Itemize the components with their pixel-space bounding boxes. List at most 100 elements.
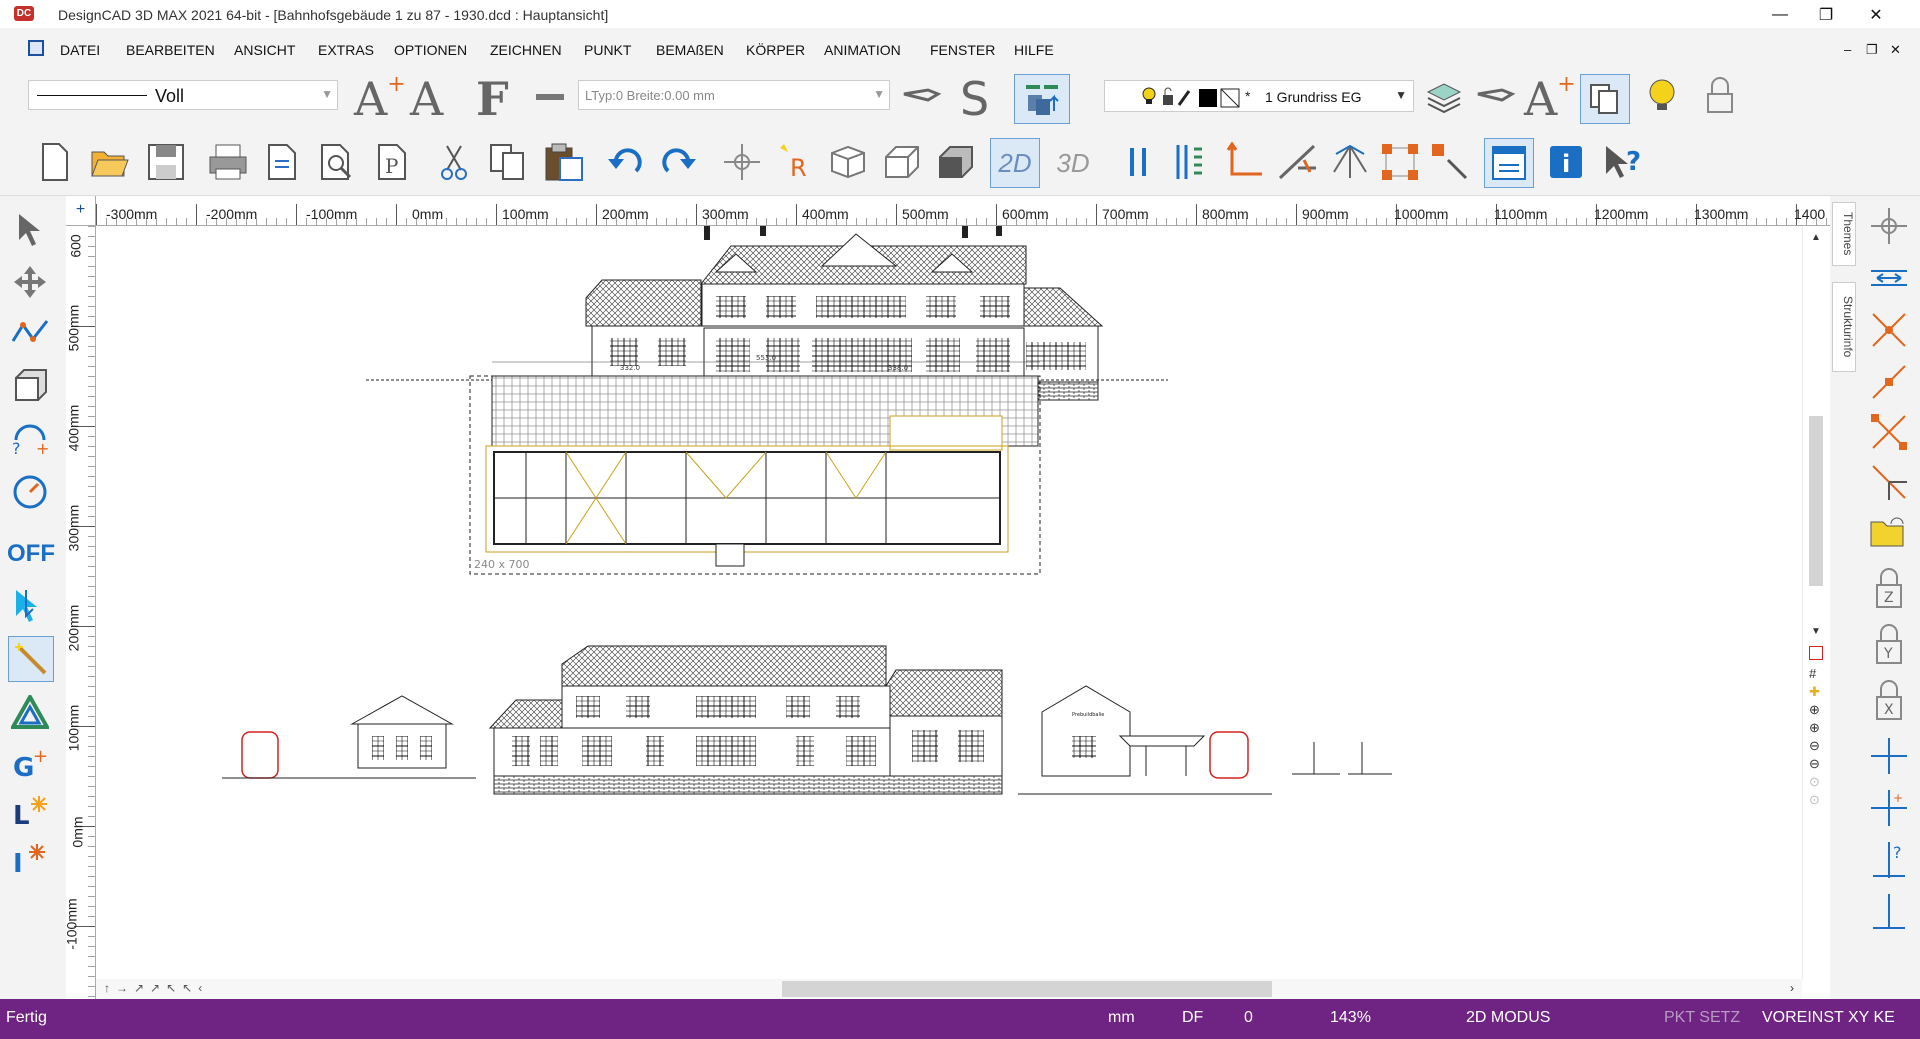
draw-direction-arrows[interactable]: ↑→↗↗↖↖‹ bbox=[104, 981, 208, 995]
layer-select[interactable]: * 1 Grundriss EG ▼ bbox=[1104, 80, 1414, 112]
cursor-snap-icon[interactable] bbox=[10, 586, 50, 626]
triangle-icon[interactable] bbox=[10, 692, 50, 732]
line-type-field[interactable]: LTyp:0 Breite:0.00 mm ▼ bbox=[578, 80, 890, 110]
perpendicular-snap-icon[interactable] bbox=[1328, 140, 1372, 184]
line-weight-icon[interactable] bbox=[536, 94, 564, 100]
print-preview-icon[interactable] bbox=[316, 140, 356, 184]
voreinst-indicator[interactable]: VOREINST XY KE bbox=[1762, 1009, 1895, 1027]
menu-fenster[interactable]: FENSTER bbox=[930, 42, 995, 58]
vertical-scroll-thumb[interactable] bbox=[1809, 416, 1823, 586]
horizontal-scroll-thumb[interactable] bbox=[782, 981, 1272, 997]
print-icon[interactable] bbox=[206, 140, 250, 184]
menu-hilfe[interactable]: HILFE bbox=[1014, 42, 1054, 58]
lock-icon[interactable] bbox=[1700, 76, 1740, 116]
vertical-scrollbar[interactable]: ▲ ▼ # ✚ ⊕ ⊕ ⊖ ⊖ ⊙ ⊙ bbox=[1802, 226, 1830, 979]
view-3d-shaded-icon[interactable] bbox=[934, 140, 978, 184]
undo-icon[interactable] bbox=[604, 140, 648, 184]
measure-dial-icon[interactable] bbox=[10, 472, 50, 512]
unit-indicator[interactable]: mm bbox=[1108, 1009, 1135, 1027]
axis-icon[interactable] bbox=[1222, 140, 1266, 184]
text-size-up-icon[interactable]: A+ bbox=[1524, 72, 1576, 126]
cut-icon[interactable] bbox=[434, 140, 474, 184]
zoom-prev-icon[interactable]: ⊙ bbox=[1809, 774, 1820, 790]
cross-offset-snap-icon[interactable]: + bbox=[1868, 788, 1910, 828]
copy-icon[interactable] bbox=[486, 140, 530, 184]
handles-icon[interactable] bbox=[1378, 140, 1422, 184]
layers-icon[interactable] bbox=[1424, 78, 1464, 114]
pkt-setz-indicator[interactable]: PKT SETZ bbox=[1664, 1009, 1740, 1027]
horizontal-scrollbar[interactable]: ↑→↗↗↖↖‹ › bbox=[96, 979, 1802, 999]
menu-koerper[interactable]: KÖRPER bbox=[746, 42, 805, 58]
horizontal-snap-icon[interactable] bbox=[1868, 260, 1910, 296]
midpoint-snap-icon[interactable] bbox=[1868, 412, 1910, 452]
arc-question-icon[interactable]: ? + bbox=[10, 418, 50, 458]
mode-3d-button[interactable]: 3D bbox=[1048, 138, 1098, 188]
close-button[interactable]: ✕ bbox=[1856, 4, 1896, 26]
mode-2d-button[interactable]: 2D bbox=[990, 138, 1040, 188]
df-indicator[interactable]: DF bbox=[1182, 1009, 1203, 1027]
mdi-minimize-button[interactable]: – bbox=[1844, 42, 1851, 57]
solid-box-icon[interactable] bbox=[10, 364, 50, 404]
redraw-icon[interactable]: R bbox=[774, 140, 818, 184]
mdi-restore-button[interactable]: ❐ bbox=[1866, 42, 1878, 58]
view-3d-box-icon[interactable] bbox=[880, 140, 924, 184]
mdi-close-button[interactable]: ✕ bbox=[1890, 42, 1901, 58]
drawing-canvas[interactable]: 553.0 332.0 338.0 240 x 700 Prebuildbali… bbox=[96, 204, 1802, 979]
zoom-all-icon[interactable]: ⊙ bbox=[1809, 792, 1820, 808]
redo-icon[interactable] bbox=[656, 140, 700, 184]
menu-extras[interactable]: EXTRAS bbox=[318, 42, 374, 58]
menu-optionen[interactable]: OPTIONEN bbox=[394, 42, 467, 58]
magic-wand-button[interactable] bbox=[8, 636, 54, 682]
chevron-up-icon[interactable]: ▲ bbox=[1811, 232, 1821, 243]
layer-tools-button[interactable] bbox=[1014, 74, 1070, 124]
menu-bearbeiten[interactable]: BEARBEITEN bbox=[126, 42, 215, 58]
paste-icon[interactable] bbox=[542, 140, 586, 184]
angle-snap-icon[interactable] bbox=[1276, 140, 1320, 184]
polyline-icon[interactable] bbox=[10, 312, 50, 352]
parallel-icon[interactable] bbox=[1118, 140, 1158, 184]
view-3d-front-icon[interactable] bbox=[826, 140, 870, 184]
off-toggle[interactable]: OFF bbox=[6, 536, 56, 572]
copy-pages-button[interactable] bbox=[1580, 74, 1630, 124]
menu-bemassen[interactable]: BEMAßEN bbox=[656, 42, 724, 58]
mode-indicator[interactable]: 2D MODUS bbox=[1466, 1009, 1550, 1027]
menu-datei[interactable]: DATEI bbox=[60, 42, 100, 58]
minimize-button[interactable]: — bbox=[1760, 4, 1800, 26]
tab-strukturinfo[interactable]: Strukturinfo bbox=[1832, 282, 1856, 372]
zoom-in-icon[interactable]: ⊕ bbox=[1809, 720, 1820, 736]
save-icon[interactable] bbox=[144, 140, 188, 184]
text-font-icon[interactable]: A bbox=[410, 72, 443, 126]
menu-punkt[interactable]: PUNKT bbox=[584, 42, 631, 58]
group-icon[interactable]: G + bbox=[10, 742, 50, 782]
endpoint-snap-icon[interactable] bbox=[1868, 362, 1910, 402]
document-icon[interactable] bbox=[28, 40, 44, 56]
lock-z-icon[interactable]: Z bbox=[1868, 566, 1910, 610]
help-pointer-icon[interactable]: ? bbox=[1600, 140, 1648, 184]
info-icon[interactable]: i bbox=[1544, 140, 1588, 184]
chevron-down-icon[interactable]: ▼ bbox=[1811, 626, 1821, 637]
select-point-icon[interactable] bbox=[1428, 140, 1472, 184]
intersection-snap-icon[interactable] bbox=[1868, 310, 1910, 350]
question-snap-icon[interactable]: ? bbox=[1868, 840, 1910, 880]
move-view-icon[interactable] bbox=[1868, 206, 1910, 246]
zoom-window-icon[interactable] bbox=[1809, 646, 1823, 660]
perpendicular-snap-icon[interactable] bbox=[1868, 462, 1910, 502]
move-view-icon[interactable] bbox=[720, 140, 764, 184]
tab-themes[interactable]: Themes bbox=[1832, 202, 1856, 266]
folder-snap-icon[interactable] bbox=[1868, 512, 1910, 552]
grid-icon[interactable]: # bbox=[1809, 666, 1816, 681]
lock-x-icon[interactable]: X bbox=[1868, 678, 1910, 722]
print-setup-icon[interactable] bbox=[262, 140, 302, 184]
pointer-hand-icon[interactable] bbox=[1476, 80, 1516, 110]
zoom-extents-icon[interactable]: ⊖ bbox=[1809, 756, 1820, 772]
restore-button[interactable]: ❐ bbox=[1806, 4, 1846, 26]
menu-zeichnen[interactable]: ZEICHNEN bbox=[490, 42, 562, 58]
text-size-up-icon[interactable]: A+ bbox=[354, 72, 406, 126]
lightbulb-icon[interactable] bbox=[1642, 76, 1682, 116]
window-panel-button[interactable] bbox=[1484, 138, 1534, 188]
select-arrow-icon[interactable] bbox=[10, 210, 50, 250]
zoom-level[interactable]: 143% bbox=[1330, 1009, 1371, 1027]
line-star-icon[interactable]: L bbox=[10, 790, 50, 830]
line-style-select[interactable]: Voll ▼ bbox=[28, 80, 338, 110]
zoom-icon[interactable]: ⊕ bbox=[1809, 702, 1820, 718]
